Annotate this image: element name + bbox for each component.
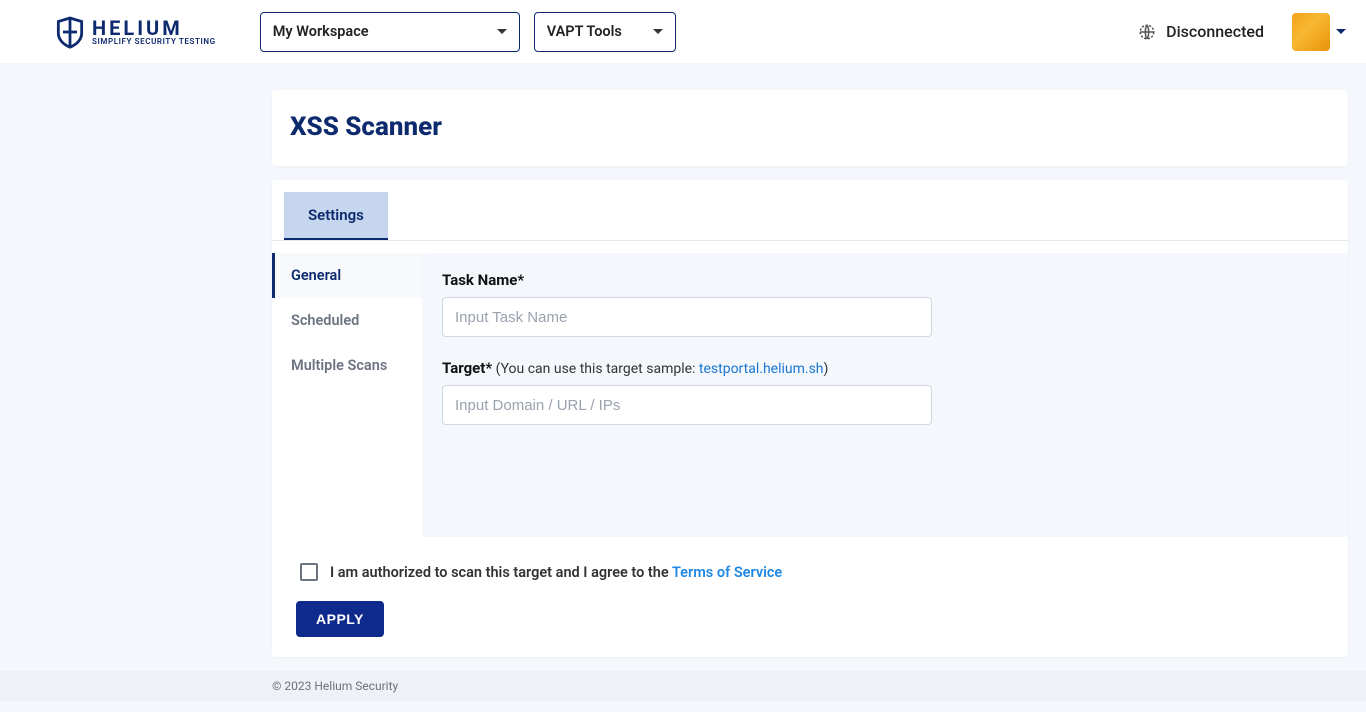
vapt-tools-selector[interactable]: VAPT Tools: [534, 12, 676, 52]
target-hint: (You can use this target sample: testpor…: [496, 361, 829, 377]
workspace-selector-label: My Workspace: [273, 23, 369, 40]
shield-icon: [56, 15, 84, 49]
sidenav-item-multiple-scans[interactable]: Multiple Scans: [272, 343, 422, 388]
topbar: HELIUM SIMPLIFY SECURITY TESTING My Work…: [0, 0, 1366, 64]
user-menu[interactable]: [1292, 13, 1346, 51]
target-hint-suffix: ): [824, 361, 829, 377]
sidenav-item-scheduled[interactable]: Scheduled: [272, 298, 422, 343]
task-name-input[interactable]: [442, 297, 932, 337]
terms-of-service-link[interactable]: Terms of Service: [672, 564, 782, 581]
logo: HELIUM SIMPLIFY SECURITY TESTING: [56, 15, 216, 49]
sidenav-item-general[interactable]: General: [272, 253, 422, 298]
connection-status-text: Disconnected: [1166, 22, 1264, 41]
brand-tagline: SIMPLIFY SECURITY TESTING: [92, 38, 216, 46]
footer: © 2023 Helium Security: [0, 671, 1366, 701]
tab-strip: Settings: [272, 180, 1348, 241]
settings-card: Settings General Scheduled Multiple Scan…: [272, 180, 1348, 657]
task-name-label: Task Name*: [442, 271, 524, 289]
footer-copyright: © 2023 Helium Security: [272, 679, 398, 693]
page-title-card: XSS Scanner: [272, 90, 1348, 166]
brand-name: HELIUM: [92, 18, 216, 38]
globe-icon: [1138, 23, 1156, 41]
workspace-selector[interactable]: My Workspace: [260, 12, 520, 52]
target-label: Target*: [442, 359, 492, 377]
consent-checkbox[interactable]: [300, 563, 318, 581]
chevron-down-icon: [1336, 29, 1346, 34]
connection-status: Disconnected: [1138, 22, 1264, 41]
avatar: [1292, 13, 1330, 51]
target-hint-prefix: (You can use this target sample:: [496, 361, 699, 377]
page-title: XSS Scanner: [290, 112, 1330, 142]
target-sample-link[interactable]: testportal.helium.sh: [699, 361, 824, 377]
chevron-down-icon: [497, 29, 507, 34]
form-panel: Task Name* Target* (You can use this tar…: [422, 253, 1348, 537]
settings-sidenav: General Scheduled Multiple Scans: [272, 253, 422, 537]
tab-settings[interactable]: Settings: [284, 192, 388, 240]
target-input[interactable]: [442, 385, 932, 425]
apply-button[interactable]: APPLY: [296, 601, 384, 637]
chevron-down-icon: [653, 29, 663, 34]
page-body: XSS Scanner Settings General Scheduled M…: [0, 64, 1366, 712]
consent-row: I am authorized to scan this target and …: [272, 537, 1348, 581]
vapt-tools-label: VAPT Tools: [547, 23, 622, 40]
consent-text: I am authorized to scan this target and …: [330, 564, 672, 581]
